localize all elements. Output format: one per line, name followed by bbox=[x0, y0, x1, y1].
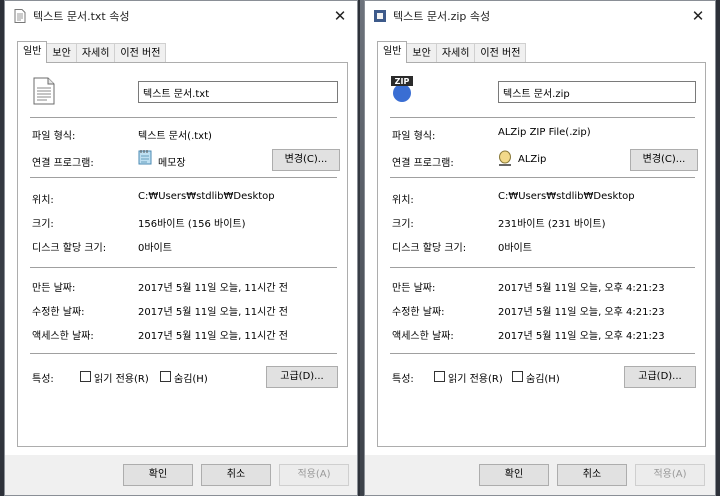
apply-button[interactable]: 적용(A) bbox=[635, 464, 705, 486]
separator bbox=[390, 353, 695, 354]
accessed-label: 액세스한 날짜: bbox=[392, 331, 454, 342]
created-value: 2017년 5월 11일 오늘, 오후 4:21:23 bbox=[498, 283, 665, 294]
tab-general[interactable]: 일반 bbox=[377, 41, 408, 63]
tab-security[interactable]: 보안 bbox=[406, 43, 437, 63]
modified-label: 수정한 날짜: bbox=[32, 307, 85, 318]
change-app-button[interactable]: 변경(C)... bbox=[630, 149, 698, 171]
modified-value: 2017년 5월 11일 오늘, 오후 4:21:23 bbox=[498, 307, 665, 318]
title-bar[interactable]: 텍스트 문서.txt 속성 ✕ bbox=[5, 1, 357, 31]
ok-button[interactable]: 확인 bbox=[479, 464, 549, 486]
dialog-footer: 확인 취소 적용(A) bbox=[365, 455, 715, 495]
separator bbox=[30, 267, 337, 268]
separator bbox=[390, 117, 695, 118]
zip-icon-text: ZIP bbox=[395, 77, 410, 86]
location-value: C:₩Users₩stdlib₩Desktop bbox=[138, 191, 275, 202]
separator bbox=[390, 267, 695, 268]
created-label: 만든 날짜: bbox=[32, 283, 76, 294]
filename-input[interactable] bbox=[498, 81, 696, 103]
filename-input[interactable] bbox=[138, 81, 338, 103]
created-label: 만든 날짜: bbox=[392, 283, 436, 294]
window-title: 텍스트 문서.zip 속성 bbox=[393, 10, 491, 23]
title-bar[interactable]: 텍스트 문서.zip 속성 ✕ bbox=[365, 1, 715, 31]
size-value: 231바이트 (231 바이트) bbox=[498, 219, 606, 230]
properties-window-zip: 텍스트 문서.zip 속성 ✕ 일반 보안 자세히 이전 버전 ZIP 파일 형… bbox=[364, 0, 716, 496]
readonly-checkbox-label[interactable]: 읽기 전용(R) bbox=[448, 370, 503, 385]
hidden-checkbox[interactable] bbox=[512, 371, 523, 382]
tab-details[interactable]: 자세히 bbox=[435, 43, 476, 63]
apply-button[interactable]: 적용(A) bbox=[279, 464, 349, 486]
size-label: 크기: bbox=[32, 219, 54, 230]
separator bbox=[30, 117, 337, 118]
file-type-value: 텍스트 문서(.txt) bbox=[138, 131, 212, 142]
tab-strip: 일반 보안 자세히 이전 버전 bbox=[17, 41, 167, 63]
opens-with-label: 연결 프로그램: bbox=[32, 158, 94, 169]
readonly-checkbox[interactable] bbox=[434, 371, 445, 382]
advanced-button[interactable]: 고급(D)... bbox=[266, 366, 338, 388]
modified-value: 2017년 5월 11일 오늘, 11시간 전 bbox=[138, 307, 288, 318]
tab-strip: 일반 보안 자세히 이전 버전 bbox=[377, 41, 527, 63]
close-button[interactable]: ✕ bbox=[687, 7, 709, 25]
zip-archive-icon: ZIP bbox=[388, 74, 416, 104]
cancel-button[interactable]: 취소 bbox=[201, 464, 271, 486]
hidden-checkbox-label[interactable]: 숨김(H) bbox=[174, 370, 208, 385]
size-on-disk-value: 0바이트 bbox=[498, 243, 532, 254]
opens-with-app-name: ALZip bbox=[518, 154, 547, 165]
general-pane: ZIP 파일 형식: ALZip ZIP File(.zip) 연결 프로그램:… bbox=[377, 62, 706, 447]
tab-details[interactable]: 자세히 bbox=[75, 43, 116, 63]
file-type-label: 파일 형식: bbox=[392, 131, 436, 142]
ok-button[interactable]: 확인 bbox=[123, 464, 193, 486]
separator bbox=[30, 177, 337, 178]
change-app-button[interactable]: 변경(C)... bbox=[272, 149, 340, 171]
cancel-button[interactable]: 취소 bbox=[557, 464, 627, 486]
tab-previous-versions[interactable]: 이전 버전 bbox=[114, 43, 167, 63]
separator bbox=[390, 177, 695, 178]
alzip-icon bbox=[498, 150, 512, 166]
tab-security[interactable]: 보안 bbox=[46, 43, 77, 63]
location-label: 위치: bbox=[392, 195, 414, 206]
created-value: 2017년 5월 11일 오늘, 11시간 전 bbox=[138, 283, 288, 294]
attributes-label: 특성: bbox=[392, 374, 414, 385]
readonly-checkbox[interactable] bbox=[80, 371, 91, 382]
size-on-disk-value: 0바이트 bbox=[138, 243, 172, 254]
notepad-icon bbox=[138, 149, 152, 165]
accessed-label: 액세스한 날짜: bbox=[32, 331, 94, 342]
size-value: 156바이트 (156 바이트) bbox=[138, 219, 246, 230]
close-button[interactable]: ✕ bbox=[329, 7, 351, 25]
size-label: 크기: bbox=[392, 219, 414, 230]
opens-with-label: 연결 프로그램: bbox=[392, 158, 454, 169]
dialog-footer: 확인 취소 적용(A) bbox=[5, 455, 357, 495]
text-document-icon bbox=[32, 77, 56, 105]
size-on-disk-label: 디스크 할당 크기: bbox=[32, 243, 107, 254]
properties-window-txt: 텍스트 문서.txt 속성 ✕ 일반 보안 자세히 이전 버전 파일 형식: 텍… bbox=[4, 0, 358, 496]
tab-previous-versions[interactable]: 이전 버전 bbox=[474, 43, 527, 63]
advanced-button[interactable]: 고급(D)... bbox=[624, 366, 696, 388]
separator bbox=[30, 353, 337, 354]
location-value: C:₩Users₩stdlib₩Desktop bbox=[498, 191, 635, 202]
window-title: 텍스트 문서.txt 속성 bbox=[33, 10, 130, 23]
tab-general[interactable]: 일반 bbox=[17, 41, 48, 63]
text-file-icon bbox=[13, 8, 27, 24]
hidden-checkbox-label[interactable]: 숨김(H) bbox=[526, 370, 560, 385]
modified-label: 수정한 날짜: bbox=[392, 307, 445, 318]
general-pane: 파일 형식: 텍스트 문서(.txt) 연결 프로그램: 메모장 변경(C)..… bbox=[17, 62, 348, 447]
file-type-label: 파일 형식: bbox=[32, 131, 76, 142]
attributes-label: 특성: bbox=[32, 374, 54, 385]
opens-with-app-name: 메모장 bbox=[158, 158, 186, 169]
file-type-value: ALZip ZIP File(.zip) bbox=[498, 127, 591, 138]
size-on-disk-label: 디스크 할당 크기: bbox=[392, 243, 467, 254]
zip-file-icon bbox=[373, 8, 387, 24]
readonly-checkbox-label[interactable]: 읽기 전용(R) bbox=[94, 370, 149, 385]
accessed-value: 2017년 5월 11일 오늘, 오후 4:21:23 bbox=[498, 331, 665, 342]
location-label: 위치: bbox=[32, 195, 54, 206]
hidden-checkbox[interactable] bbox=[160, 371, 171, 382]
accessed-value: 2017년 5월 11일 오늘, 11시간 전 bbox=[138, 331, 288, 342]
